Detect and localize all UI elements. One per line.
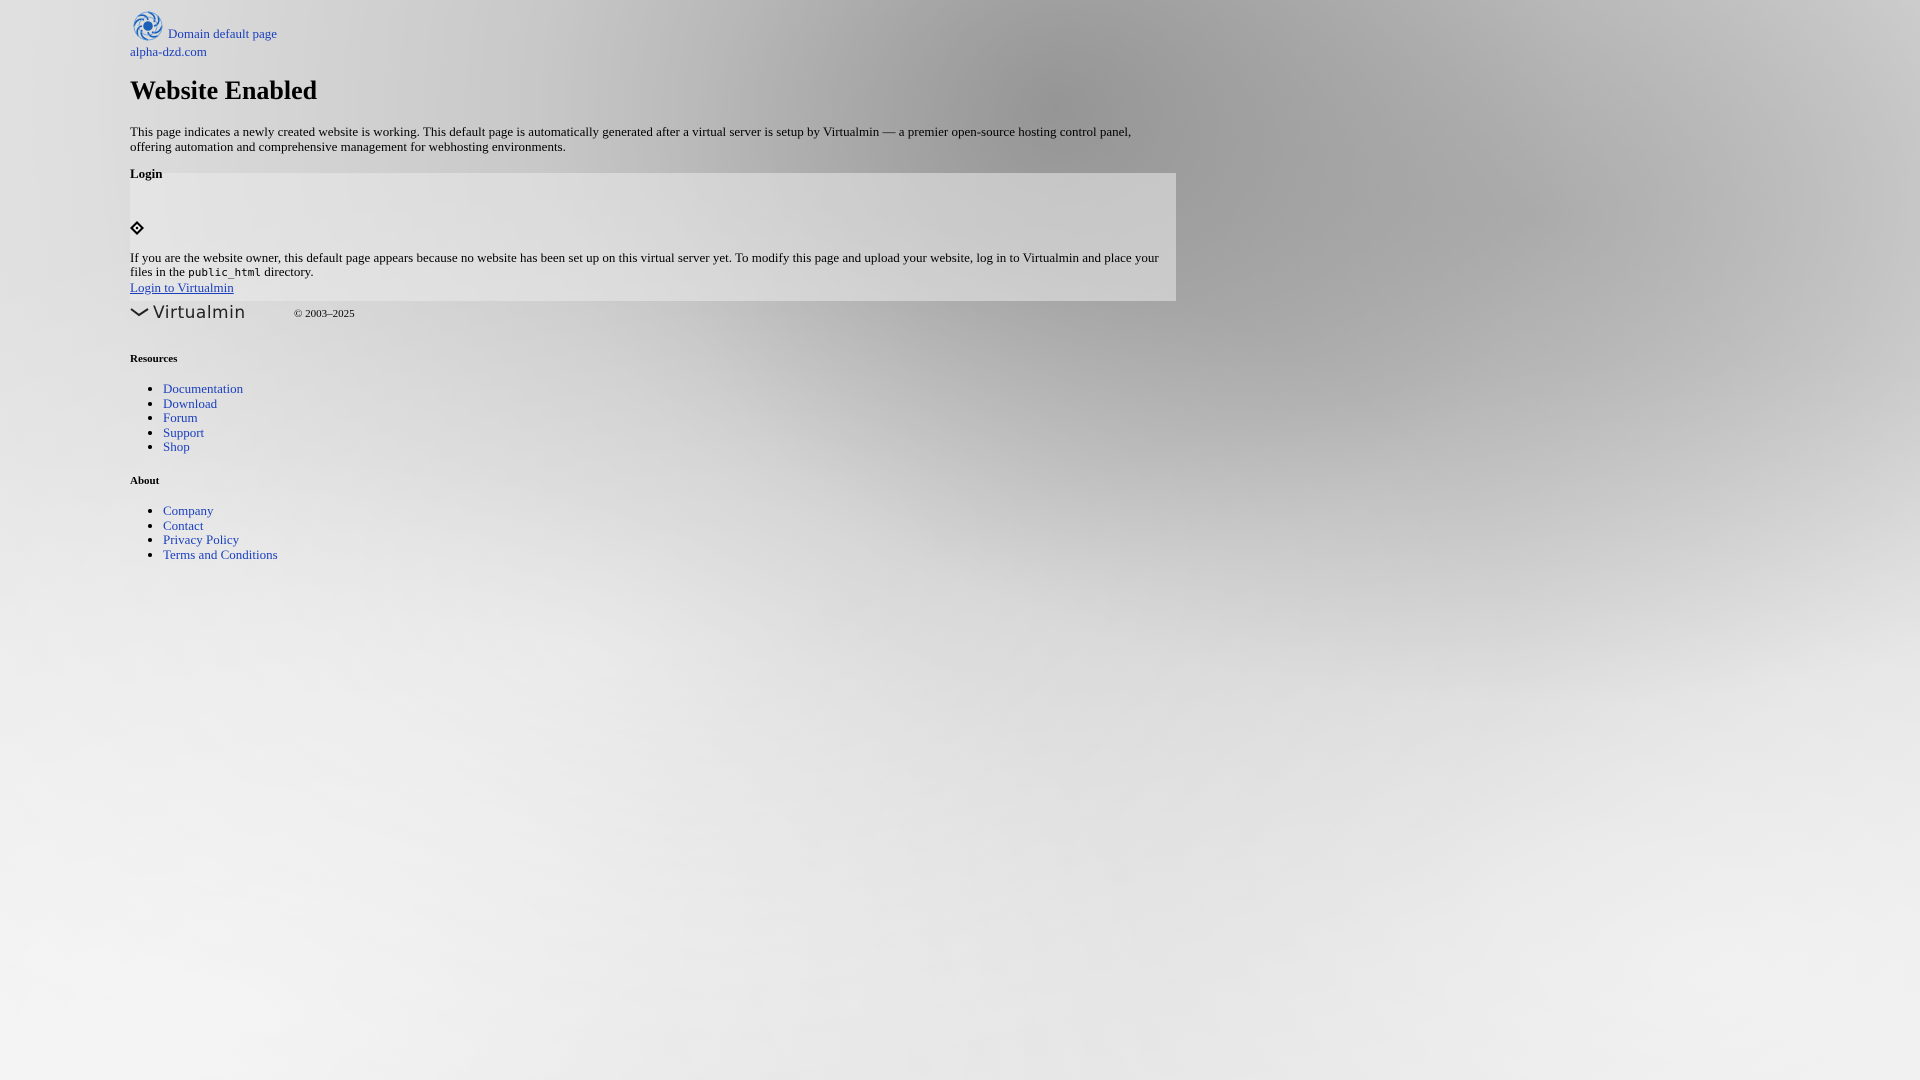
- virtualmin-swirl-icon: [133, 11, 163, 41]
- page-title: Website Enabled: [130, 76, 318, 105]
- public-html-code: public_html: [188, 266, 261, 279]
- virtualmin-logo-text: Virtualmin: [153, 303, 246, 321]
- documentation-link[interactable]: Documentation: [163, 381, 243, 396]
- list-item: Forum: [163, 410, 1176, 426]
- virtualmin-logo: Virtualmin: [130, 303, 246, 321]
- terms-link[interactable]: Terms and Conditions: [163, 547, 278, 562]
- list-item: Contact: [163, 518, 1176, 534]
- footer-brand: Virtualmin © 2003–2025: [130, 303, 1176, 321]
- resources-title: Resources: [130, 353, 178, 365]
- intro-text: This page indicates a newly created webs…: [130, 124, 1132, 154]
- list-item: Support: [163, 425, 1176, 441]
- page-content: Domain default page alpha-dzd.com Websit…: [130, 6, 1176, 562]
- contact-link[interactable]: Contact: [163, 518, 203, 533]
- domain-link[interactable]: alpha-dzd.com: [130, 44, 1176, 60]
- login-panel: If you are the website owner, this defau…: [130, 173, 1176, 301]
- diamond-icon: [130, 221, 144, 235]
- login-to-virtualmin-link[interactable]: Login to Virtualmin: [130, 280, 1176, 301]
- about-title: About: [130, 474, 160, 487]
- list-item: Company: [163, 503, 1176, 519]
- owner-instructions: If you are the website owner, this defau…: [130, 251, 1176, 280]
- list-item: Privacy Policy: [163, 532, 1176, 548]
- owner-text-after: directory.: [261, 264, 314, 279]
- support-link[interactable]: Support: [163, 425, 204, 440]
- brand-link-text[interactable]: Domain default page: [168, 26, 277, 44]
- company-link[interactable]: Company: [163, 503, 214, 518]
- list-item: Documentation: [163, 381, 1176, 397]
- forum-link[interactable]: Forum: [163, 410, 198, 425]
- list-item: Shop: [163, 440, 1176, 455]
- brand-header: Domain default page: [130, 6, 1176, 44]
- shop-link[interactable]: Shop: [163, 439, 190, 455]
- privacy-policy-link[interactable]: Privacy Policy: [163, 532, 239, 547]
- about-list: Company Contact Privacy Policy Terms and…: [130, 503, 1176, 563]
- list-item: Terms and Conditions: [163, 547, 1176, 563]
- copyright: © 2003–2025: [294, 307, 355, 320]
- resources-list: Documentation Download Forum Support Sho…: [130, 381, 1176, 455]
- download-link[interactable]: Download: [163, 396, 217, 411]
- list-item: Download: [163, 396, 1176, 412]
- brand-logo-link[interactable]: Domain default page: [130, 8, 277, 44]
